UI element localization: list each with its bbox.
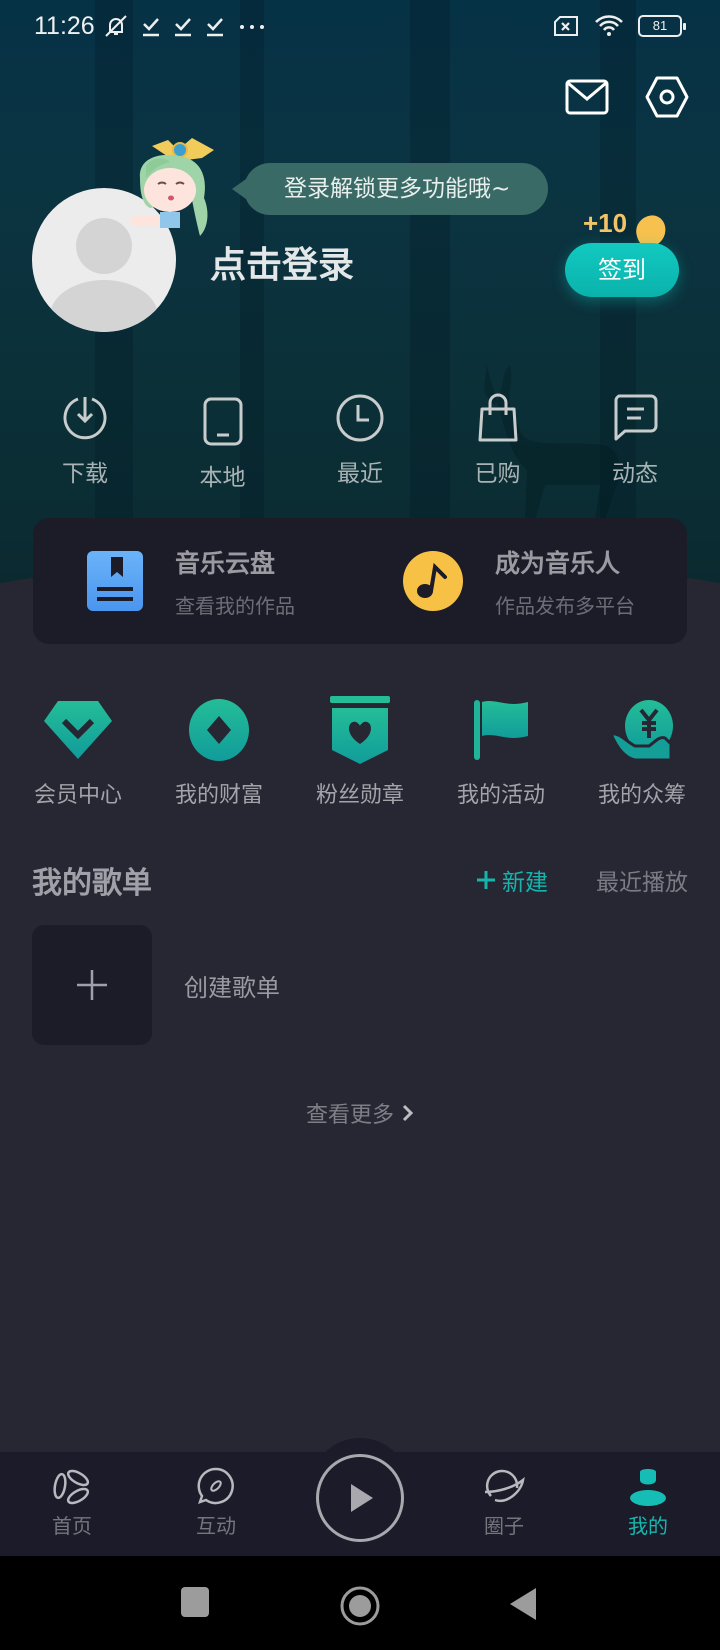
feature-label: 粉丝勋章 bbox=[315, 783, 404, 808]
create-playlist-thumb bbox=[32, 925, 152, 1045]
see-more-label: 查看更多 bbox=[305, 1103, 394, 1128]
background-tree bbox=[240, 0, 264, 590]
plus-icon bbox=[477, 871, 495, 889]
login-hint-bubble: 登录解锁更多功能哦~ bbox=[231, 163, 549, 215]
settings-button[interactable] bbox=[644, 74, 690, 120]
wealth-icon bbox=[189, 699, 249, 761]
feature-label: 我的众筹 bbox=[597, 783, 686, 808]
card-become-musician[interactable]: 成为音乐人 作品发布多平台 bbox=[371, 518, 687, 644]
check-download-icon bbox=[143, 18, 159, 37]
wifi-icon bbox=[595, 15, 623, 36]
mascot-character bbox=[130, 138, 214, 236]
nav-interact[interactable]: 互动 bbox=[171, 1466, 261, 1539]
feature-label: 我的财富 bbox=[174, 783, 263, 808]
check-download-icon bbox=[207, 18, 223, 37]
status-icons-left bbox=[103, 14, 267, 38]
check-download-icon bbox=[175, 18, 191, 37]
creator-card: 音乐云盘 查看我的作品 成为音乐人 作品发布多平台 bbox=[33, 518, 687, 644]
recents-square-icon[interactable] bbox=[180, 1586, 210, 1618]
crowdfunding-icon bbox=[609, 700, 673, 762]
nav-home[interactable]: 首页 bbox=[27, 1466, 117, 1539]
background-tree bbox=[410, 0, 450, 590]
nav-label: 首页 bbox=[52, 1514, 92, 1538]
feature-vip-center[interactable]: 会员中心 bbox=[10, 695, 146, 809]
create-playlist-item[interactable]: 创建歌单 bbox=[32, 925, 280, 1045]
settings-icon bbox=[645, 76, 689, 118]
vip-diamond-icon bbox=[44, 701, 112, 759]
playlists-title: 我的歌单 bbox=[32, 866, 152, 901]
nav-label: 圈子 bbox=[484, 1514, 524, 1538]
system-nav-bar bbox=[0, 1556, 720, 1650]
feature-wealth[interactable]: 我的财富 bbox=[151, 695, 287, 809]
planet-icon bbox=[484, 1469, 525, 1503]
quick-action-local[interactable]: 本地 bbox=[168, 392, 278, 492]
more-dots-icon bbox=[240, 25, 264, 29]
chat-leaf-icon bbox=[197, 1467, 234, 1505]
home-circle-icon[interactable] bbox=[340, 1586, 380, 1626]
message-icon bbox=[614, 394, 658, 441]
quick-action-label: 下载 bbox=[62, 461, 108, 487]
quick-action-label: 已购 bbox=[474, 461, 521, 487]
chevron-right-icon bbox=[402, 1104, 414, 1122]
quick-action-label: 动态 bbox=[612, 461, 658, 487]
new-playlist-label: 新建 bbox=[502, 870, 548, 896]
coin-reward: +10 bbox=[583, 208, 628, 238]
new-playlist-button[interactable]: 新建 bbox=[476, 863, 548, 897]
nav-circle[interactable]: 圈子 bbox=[459, 1466, 549, 1539]
nav-mine[interactable]: 我的 bbox=[603, 1466, 693, 1539]
create-playlist-label: 创建歌单 bbox=[184, 973, 280, 1002]
plus-icon bbox=[77, 970, 107, 1000]
card-subtitle: 查看我的作品 bbox=[175, 593, 295, 618]
quick-action-purchased[interactable]: 已购 bbox=[443, 392, 553, 492]
playlists-header: 我的歌单 新建 最近播放 bbox=[32, 858, 688, 902]
quick-action-download[interactable]: 下载 bbox=[30, 392, 140, 492]
feature-fan-badge[interactable]: 粉丝勋章 bbox=[292, 695, 428, 809]
signin-button[interactable]: 签到 bbox=[565, 243, 679, 297]
play-icon bbox=[351, 1484, 373, 1512]
feature-activities[interactable]: 我的活动 bbox=[433, 695, 569, 809]
mute-icon bbox=[105, 15, 127, 37]
shopping-bag-icon bbox=[478, 393, 517, 442]
flag-icon bbox=[474, 700, 528, 760]
nav-label: 我的 bbox=[628, 1514, 668, 1538]
see-more-link[interactable]: 查看更多 bbox=[0, 1097, 720, 1129]
back-triangle-icon[interactable] bbox=[508, 1586, 538, 1622]
fan-badge-icon bbox=[330, 696, 390, 764]
recently-played-button[interactable]: 最近播放 bbox=[596, 863, 688, 897]
download-icon bbox=[63, 397, 107, 440]
card-cloud-drive[interactable]: 音乐云盘 查看我的作品 bbox=[33, 518, 371, 644]
phone-icon bbox=[203, 397, 242, 446]
quick-action-feed[interactable]: 动态 bbox=[580, 392, 690, 492]
play-button[interactable] bbox=[316, 1454, 404, 1542]
quick-action-label: 最近 bbox=[337, 461, 383, 487]
status-icons-right: 81 bbox=[552, 14, 686, 38]
nav-label: 互动 bbox=[196, 1514, 236, 1538]
card-subtitle: 作品发布多平台 bbox=[495, 593, 635, 618]
top-actions bbox=[564, 74, 690, 120]
card-title: 成为音乐人 bbox=[495, 548, 621, 578]
cloud-drive-icon bbox=[87, 551, 143, 611]
status-time: 11:26 bbox=[34, 12, 95, 40]
no-sim-icon bbox=[554, 16, 578, 36]
music-note-icon bbox=[403, 551, 463, 611]
mail-icon bbox=[565, 79, 609, 115]
mail-button[interactable] bbox=[564, 74, 610, 120]
status-bar: 11:26 81 bbox=[0, 0, 720, 56]
feature-grid: 会员中心 我的财富 粉丝勋章 我的活动 我的众筹 bbox=[10, 695, 710, 809]
feature-crowdfunding[interactable]: 我的众筹 bbox=[574, 695, 710, 809]
quick-action-recent[interactable]: 最近 bbox=[305, 392, 415, 492]
card-title: 音乐云盘 bbox=[175, 548, 276, 578]
clock-icon bbox=[336, 394, 384, 442]
feature-label: 我的活动 bbox=[456, 783, 545, 808]
battery-icon: 81 bbox=[638, 15, 686, 37]
quick-action-label: 本地 bbox=[199, 465, 246, 491]
login-title[interactable]: 点击登录 bbox=[210, 236, 354, 288]
feature-label: 会员中心 bbox=[33, 783, 122, 808]
user-icon bbox=[630, 1469, 666, 1506]
quick-actions: 下载 本地 最近 已购 动态 bbox=[20, 392, 700, 492]
home-petal-icon bbox=[53, 1469, 90, 1505]
